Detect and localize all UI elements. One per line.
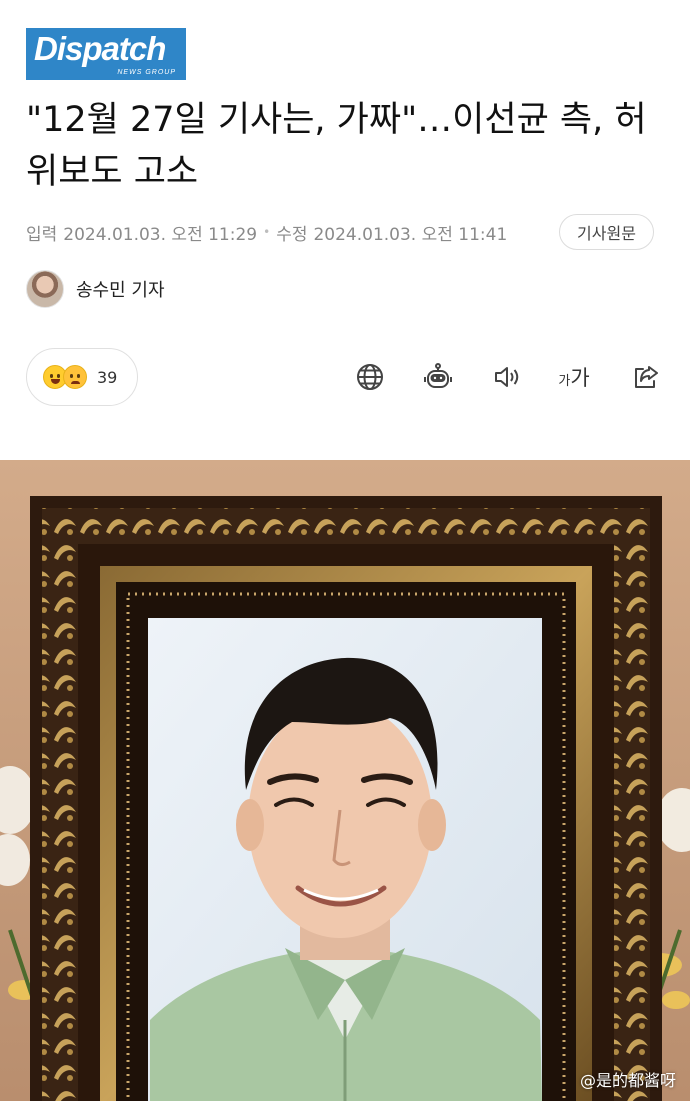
weibo-watermark: @是的都酱呀 xyxy=(579,1071,676,1090)
author-name: 송수민 기자 xyxy=(76,280,165,301)
author-avatar xyxy=(26,270,64,308)
meta-separator: • xyxy=(263,225,271,239)
sad-emoji-icon xyxy=(63,365,87,389)
font-size-icon[interactable]: 가가 xyxy=(554,357,594,397)
robot-icon[interactable] xyxy=(418,357,458,397)
author-byline[interactable]: 송수민 기자 xyxy=(26,270,165,308)
globe-icon[interactable] xyxy=(350,357,390,397)
article-toolbar: 가가 xyxy=(350,357,670,397)
speaker-icon[interactable] xyxy=(486,357,526,397)
modified-label: 수정 xyxy=(276,224,308,245)
logo-text: Dispatch xyxy=(34,30,166,67)
article-photo: @是的都酱呀 xyxy=(0,460,690,1101)
share-icon[interactable] xyxy=(626,357,666,397)
input-time: 2024.01.03. 오전 11:29 xyxy=(63,224,258,245)
logo-box: Dispatch NEWS GROUP xyxy=(26,28,186,80)
reactions-button[interactable]: 39 xyxy=(26,348,138,406)
font-size-large: 가 xyxy=(570,366,590,390)
article-meta: 입력 2024.01.03. 오전 11:29 • 수정 2024.01.03.… xyxy=(26,217,507,247)
reaction-count: 39 xyxy=(97,367,118,387)
memorial-portrait-illustration xyxy=(0,460,690,1101)
dispatch-logo[interactable]: Dispatch NEWS GROUP xyxy=(26,28,186,80)
original-article-button[interactable]: 기사원문 xyxy=(559,214,654,250)
logo-subtitle: NEWS GROUP xyxy=(117,69,176,76)
article-headline: "12월 27일 기사는, 가짜"…이선균 측, 허위보도 고소 xyxy=(26,100,647,192)
modified-time: 2024.01.03. 오전 11:41 xyxy=(313,224,508,245)
font-size-small: 가 xyxy=(558,374,571,389)
input-label: 입력 xyxy=(26,224,58,245)
